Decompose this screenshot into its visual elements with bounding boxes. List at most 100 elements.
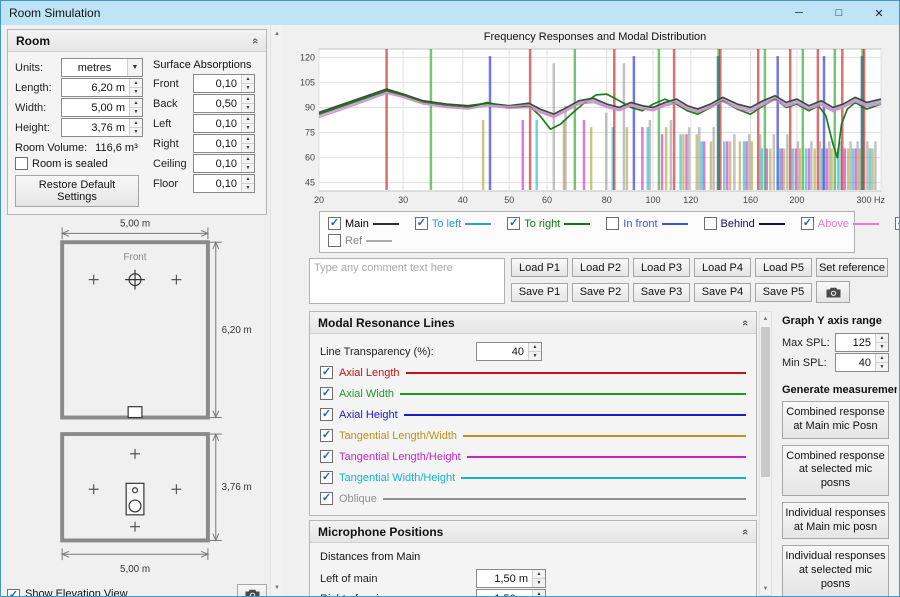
- save-p5-button[interactable]: Save P5: [755, 283, 812, 302]
- modal-line-item-tangential-width-height[interactable]: ✓Tangential Width/Height: [320, 467, 746, 488]
- spin-up-icon[interactable]: ▲: [242, 75, 254, 83]
- mic-panel-header[interactable]: Microphone Positions «: [310, 521, 756, 543]
- load-p4-button[interactable]: Load P4: [694, 258, 751, 277]
- modal-line-item-axial-length[interactable]: ✓Axial Length: [320, 362, 746, 383]
- scroll-up-icon[interactable]: ▲: [271, 27, 283, 40]
- titlebar[interactable]: Room Simulation ─ □ ✕: [1, 1, 899, 25]
- load-p1-button[interactable]: Load P1: [511, 258, 568, 277]
- spin-up-icon[interactable]: ▲: [533, 590, 545, 596]
- legend-checkbox-main[interactable]: ✓: [328, 217, 341, 230]
- individual-responses-at-selected-mic-posns-button[interactable]: Individual responses at selected mic pos…: [782, 545, 889, 596]
- modal-line-checkbox-axial-width[interactable]: ✓: [320, 387, 333, 400]
- legend-checkbox-in-front[interactable]: [606, 217, 619, 230]
- surface-spinner-right[interactable]: 0,10▲▼: [193, 134, 255, 153]
- spin-down-icon[interactable]: ▼: [533, 578, 545, 587]
- screenshot-camera-button[interactable]: [816, 281, 850, 303]
- spin-up-icon[interactable]: ▲: [130, 79, 142, 87]
- max-spl-spinner[interactable]: 125▲▼: [835, 333, 889, 352]
- modal-line-item-axial-width[interactable]: ✓Axial Width: [320, 383, 746, 404]
- legend-item-in-front[interactable]: In front: [606, 217, 687, 230]
- legend-checkbox-to-left[interactable]: ✓: [415, 217, 428, 230]
- room-sealed-checkbox[interactable]: [15, 157, 28, 170]
- units-combobox[interactable]: metres ▼: [61, 58, 143, 77]
- modal-line-item-axial-height[interactable]: ✓Axial Height: [320, 404, 746, 425]
- room-group-header[interactable]: Room «: [8, 30, 266, 52]
- spin-down-icon[interactable]: ▼: [876, 362, 888, 371]
- dropdown-arrow-icon[interactable]: ▼: [127, 59, 142, 76]
- modal-line-item-oblique[interactable]: ✓Oblique: [320, 488, 746, 509]
- scroll-down-icon[interactable]: ▼: [760, 582, 771, 595]
- surface-spinner-left[interactable]: 0,10▲▼: [193, 114, 255, 133]
- legend-item-to-right[interactable]: ✓To right: [507, 217, 590, 230]
- spin-up-icon[interactable]: ▲: [533, 570, 545, 578]
- comment-input[interactable]: [309, 258, 505, 304]
- individual-responses-at-main-mic-posn-button[interactable]: Individual responses at Main mic posn: [782, 502, 889, 540]
- spin-up-icon[interactable]: ▲: [130, 99, 142, 107]
- modal-line-item-tangential-length-height[interactable]: ✓Tangential Length/Height: [320, 446, 746, 467]
- mic-distance-spinner-right-of-main[interactable]: 1,50 m▲▼: [476, 589, 546, 596]
- room-sealed-checkbox-row[interactable]: Room is sealed: [15, 157, 143, 170]
- legend-checkbox-behind[interactable]: [704, 217, 717, 230]
- spin-down-icon[interactable]: ▼: [242, 163, 254, 172]
- modal-line-checkbox-tangential-length-height[interactable]: ✓: [320, 450, 333, 463]
- save-p4-button[interactable]: Save P4: [694, 283, 751, 302]
- minimize-button[interactable]: ─: [779, 1, 819, 25]
- load-p5-button[interactable]: Load P5: [755, 258, 812, 277]
- legend-item-ref[interactable]: Ref: [328, 234, 392, 247]
- load-p3-button[interactable]: Load P3: [633, 258, 690, 277]
- spin-up-icon[interactable]: ▲: [242, 115, 254, 123]
- close-button[interactable]: ✕: [859, 1, 899, 25]
- legend-checkbox-ref[interactable]: [328, 234, 341, 247]
- modal-line-checkbox-tangential-width-height[interactable]: ✓: [320, 471, 333, 484]
- modal-line-checkbox-axial-height[interactable]: ✓: [320, 408, 333, 421]
- load-p2-button[interactable]: Load P2: [572, 258, 629, 277]
- modal-panel-header[interactable]: Modal Resonance Lines «: [310, 312, 756, 334]
- elevation-speaker-icon[interactable]: [126, 483, 144, 515]
- spin-up-icon[interactable]: ▲: [242, 95, 254, 103]
- collapse-icon[interactable]: «: [739, 319, 751, 325]
- combined-response-at-main-mic-posn-button[interactable]: Combined response at Main mic Posn: [782, 401, 889, 439]
- maximize-button[interactable]: □: [819, 1, 859, 25]
- spin-up-icon[interactable]: ▲: [242, 135, 254, 143]
- modal-line-checkbox-tangential-length-width[interactable]: ✓: [320, 429, 333, 442]
- line-transparency-spinner[interactable]: 40▲▼: [476, 342, 542, 361]
- spin-down-icon[interactable]: ▼: [242, 103, 254, 112]
- room-dim-spinner-height[interactable]: 3,76 m▲▼: [61, 118, 143, 137]
- scroll-down-icon[interactable]: ▼: [271, 581, 283, 594]
- legend-item-below[interactable]: ✓Below: [895, 217, 899, 230]
- surface-spinner-front[interactable]: 0,10▲▼: [193, 74, 255, 93]
- spin-down-icon[interactable]: ▼: [242, 83, 254, 92]
- surface-spinner-back[interactable]: 0,50▲▼: [193, 94, 255, 113]
- legend-item-above[interactable]: ✓Above: [801, 217, 879, 230]
- legend-checkbox-to-right[interactable]: ✓: [507, 217, 520, 230]
- legend-item-to-left[interactable]: ✓To left: [415, 217, 491, 230]
- spin-up-icon[interactable]: ▲: [242, 155, 254, 163]
- spin-down-icon[interactable]: ▼: [529, 351, 541, 360]
- spin-down-icon[interactable]: ▼: [130, 87, 142, 96]
- spin-up-icon[interactable]: ▲: [529, 343, 541, 351]
- restore-defaults-button[interactable]: Restore Default Settings: [15, 175, 139, 207]
- spin-down-icon[interactable]: ▼: [242, 143, 254, 152]
- scroll-up-icon[interactable]: ▲: [760, 312, 771, 325]
- main-listening-position-icon[interactable]: [125, 270, 145, 290]
- left-panel-scrollbar[interactable]: ▲ ▼: [270, 25, 283, 596]
- collapse-icon[interactable]: «: [739, 528, 751, 534]
- modal-line-checkbox-axial-length[interactable]: ✓: [320, 366, 333, 379]
- plan-speaker-icon[interactable]: [128, 407, 142, 418]
- min-spl-spinner[interactable]: 40▲▼: [835, 353, 889, 372]
- combined-response-at-selected-mic-posns-button[interactable]: Combined response at selected mic posns: [782, 445, 889, 496]
- spin-up-icon[interactable]: ▲: [242, 175, 254, 183]
- collapse-icon[interactable]: «: [249, 37, 261, 43]
- room-dim-spinner-width[interactable]: 5,00 m▲▼: [61, 98, 143, 117]
- save-p1-button[interactable]: Save P1: [511, 283, 568, 302]
- show-elevation-label[interactable]: Show Elevation View: [25, 588, 128, 596]
- save-p2-button[interactable]: Save P2: [572, 283, 629, 302]
- legend-checkbox-below[interactable]: ✓: [895, 217, 899, 230]
- spin-down-icon[interactable]: ▼: [242, 183, 254, 192]
- scrollbar-thumb[interactable]: [761, 327, 770, 477]
- spin-down-icon[interactable]: ▼: [242, 123, 254, 132]
- legend-checkbox-above[interactable]: ✓: [801, 217, 814, 230]
- legend-item-main[interactable]: ✓Main: [328, 217, 399, 230]
- save-p3-button[interactable]: Save P3: [633, 283, 690, 302]
- surface-spinner-floor[interactable]: 0,10▲▼: [193, 174, 255, 193]
